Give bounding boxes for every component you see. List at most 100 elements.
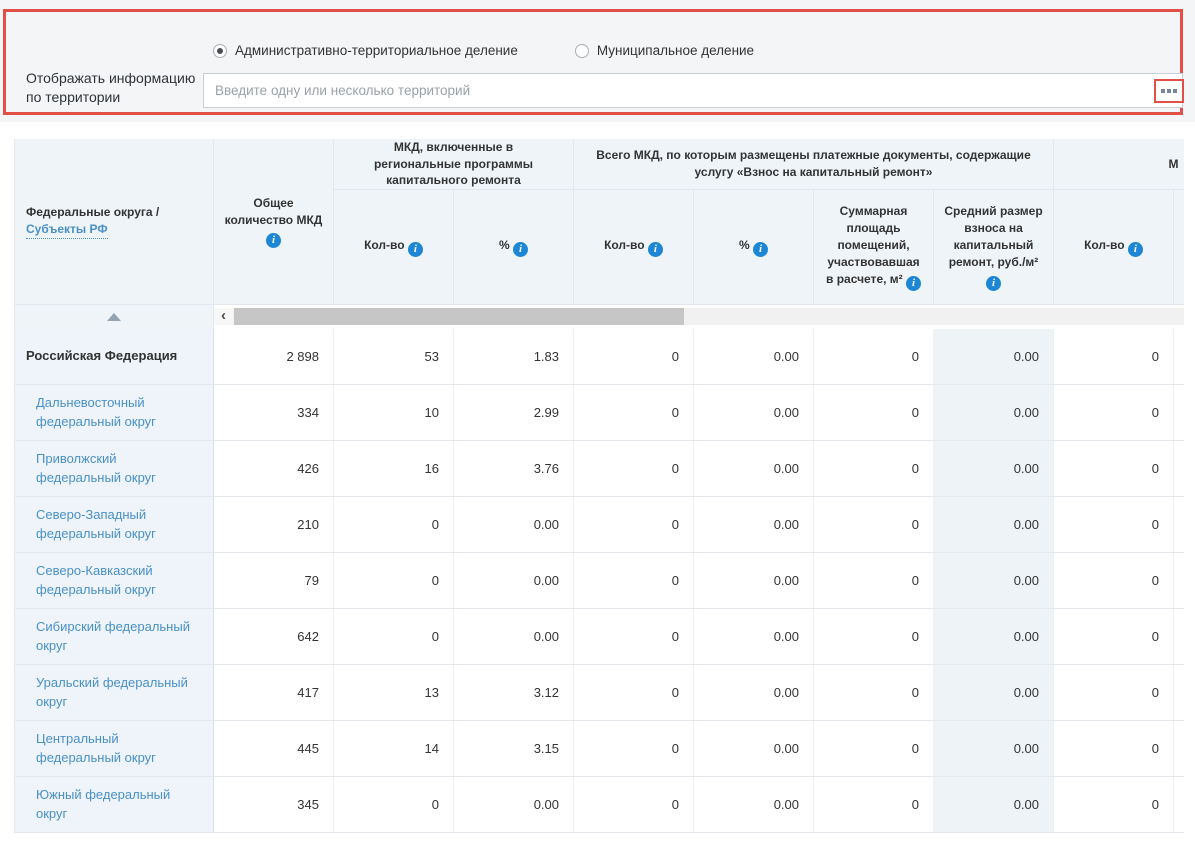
radio-municipal-division[interactable]: Муниципальное деление [575, 43, 754, 58]
info-icon[interactable]: i [513, 242, 528, 257]
territory-link[interactable]: Северо-Западный федеральный округ [36, 506, 203, 544]
horizontal-scrollbar[interactable] [214, 305, 1184, 329]
territory-link[interactable]: Северо-Кавказский федеральный округ [36, 562, 203, 600]
cell-total-area: 0 [814, 553, 934, 608]
column-header-qty-1: Кол-во i [334, 190, 454, 305]
pct-header-text: % [499, 238, 510, 252]
radio-unselected-icon[interactable] [575, 44, 589, 58]
scrollbar-track[interactable] [214, 308, 1184, 325]
qty-header-text: Кол-во [1084, 238, 1125, 252]
cell-qty-regional: 16 [334, 441, 454, 496]
cell-pct-regional: 0.00 [454, 497, 574, 552]
info-icon[interactable]: i [266, 233, 281, 248]
cell-qty-3: 0 [1054, 665, 1174, 720]
cell-qty-payment: 0 [574, 497, 694, 552]
ellipsis-icon [1173, 89, 1177, 93]
ellipsis-icon [1161, 89, 1165, 93]
cell-total-mkd: 334 [214, 385, 334, 440]
cell-pct-payment: 0.00 [694, 609, 814, 664]
cell-qty-regional: 14 [334, 721, 454, 776]
column-header-pct-1: % i [454, 190, 574, 305]
territory-search-input[interactable] [203, 73, 1183, 108]
territory-header-text: Федеральные округа / [26, 204, 159, 221]
cell-partial [1174, 721, 1184, 776]
sort-asc-icon[interactable] [107, 313, 121, 321]
sort-row [15, 305, 214, 329]
territory-link[interactable]: Уральский федеральный округ [36, 674, 203, 712]
cell-total-area: 0 [814, 441, 934, 496]
territory-name: Российская Федерация [26, 347, 177, 366]
column-header-qty-2: Кол-во i [574, 190, 694, 305]
cell-pct-regional: 0.00 [454, 609, 574, 664]
filter-panel: Административно-территориальное деление … [0, 0, 1195, 122]
cell-qty-payment: 0 [574, 553, 694, 608]
cell-pct-regional: 0.00 [454, 777, 574, 832]
radio-administrative-division[interactable]: Административно-территориальное деление [213, 43, 518, 58]
cell-qty-3: 0 [1054, 609, 1174, 664]
cell-qty-regional: 0 [334, 609, 454, 664]
info-icon[interactable]: i [986, 276, 1001, 291]
cell-avg-contribution: 0.00 [934, 329, 1054, 384]
cell-total-area: 0 [814, 497, 934, 552]
division-radio-group: Административно-территориальное деление … [213, 43, 754, 58]
scrollbar-thumb[interactable] [234, 308, 684, 325]
cell-partial [1174, 329, 1184, 384]
table-row: Приволжский федеральный округ 426 16 3.7… [15, 441, 1184, 497]
radio-selected-icon[interactable] [213, 44, 227, 58]
cell-total-area: 0 [814, 665, 934, 720]
cell-avg-contribution: 0.00 [934, 385, 1054, 440]
table-row: Северо-Западный федеральный округ 210 0 … [15, 497, 1184, 553]
cell-qty-payment: 0 [574, 609, 694, 664]
cell-pct-payment: 0.00 [694, 441, 814, 496]
scroll-left-icon[interactable] [214, 308, 233, 325]
group-header-regional-programs: МКД, включенные в региональные программы… [334, 139, 574, 190]
info-icon[interactable]: i [753, 242, 768, 257]
cell-total-mkd: 210 [214, 497, 334, 552]
cell-qty-payment: 0 [574, 777, 694, 832]
cell-pct-regional: 3.15 [454, 721, 574, 776]
table-row: Уральский федеральный округ 417 13 3.12 … [15, 665, 1184, 721]
territory-link[interactable]: Приволжский федеральный округ [36, 450, 203, 488]
info-icon[interactable]: i [1128, 242, 1143, 257]
info-icon[interactable]: i [906, 276, 921, 291]
column-header-total-area: Суммарная площадь помещений, участвовавш… [814, 190, 934, 305]
radio-administrative-label: Административно-территориальное деление [235, 43, 518, 58]
table-body: Российская Федерация 2 898 53 1.83 0 0.0… [15, 329, 1184, 833]
qty-header-text: Кол-во [604, 238, 645, 252]
territory-link[interactable]: Сибирский федеральный округ [36, 618, 203, 656]
cell-pct-payment: 0.00 [694, 721, 814, 776]
territory-cell: Дальневосточный федеральный округ [15, 385, 214, 440]
cell-pct-payment: 0.00 [694, 777, 814, 832]
territory-link[interactable]: Южный федеральный округ [36, 786, 203, 824]
group-header-payment-documents: Всего МКД, по которым размещены платежны… [574, 139, 1054, 190]
cell-avg-contribution: 0.00 [934, 609, 1054, 664]
subjects-rf-link[interactable]: Субъекты РФ [26, 221, 108, 239]
cell-pct-regional: 3.76 [454, 441, 574, 496]
cell-total-mkd: 426 [214, 441, 334, 496]
cell-qty-payment: 0 [574, 665, 694, 720]
table-row: Центральный федеральный округ 445 14 3.1… [15, 721, 1184, 777]
territory-cell: Южный федеральный округ [15, 777, 214, 832]
cell-qty-3: 0 [1054, 385, 1174, 440]
territory-picker-button[interactable] [1154, 79, 1184, 103]
territory-link[interactable]: Центральный федеральный округ [36, 730, 203, 768]
cell-total-area: 0 [814, 329, 934, 384]
info-icon[interactable]: i [648, 242, 663, 257]
cell-qty-payment: 0 [574, 441, 694, 496]
territory-link[interactable]: Дальневосточный федеральный округ [36, 394, 203, 432]
cell-total-mkd: 2 898 [214, 329, 334, 384]
column-header-territory: Федеральные округа / Субъекты РФ [15, 139, 214, 305]
territory-table: Федеральные округа / Субъекты РФ Общее к… [14, 139, 1184, 833]
info-icon[interactable]: i [408, 242, 423, 257]
cell-partial [1174, 777, 1184, 832]
cell-qty-3: 0 [1054, 553, 1174, 608]
cell-total-mkd: 642 [214, 609, 334, 664]
cell-qty-regional: 13 [334, 665, 454, 720]
column-header-pct-2: % i [694, 190, 814, 305]
territory-cell: Северо-Кавказский федеральный округ [15, 553, 214, 608]
cell-qty-payment: 0 [574, 721, 694, 776]
cell-qty-3: 0 [1054, 721, 1174, 776]
cell-qty-payment: 0 [574, 329, 694, 384]
cell-partial [1174, 385, 1184, 440]
column-header-qty-3: Кол-во i [1054, 190, 1174, 305]
